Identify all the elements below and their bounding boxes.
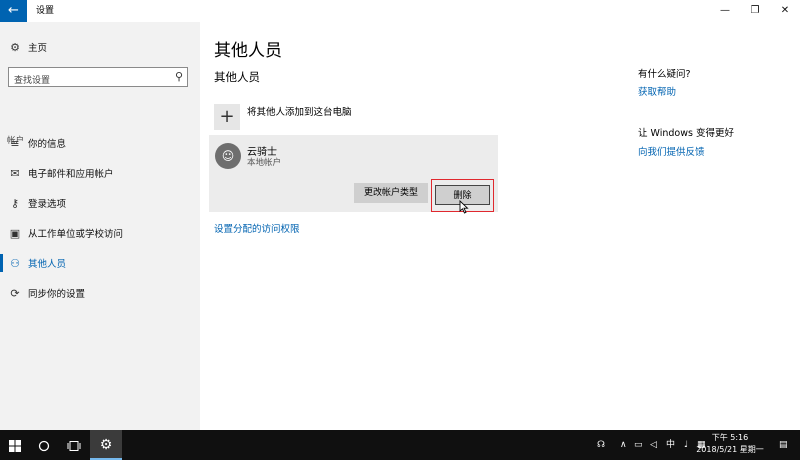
sidebar-item-label: 同步你的设置 [28,289,86,300]
people-tray-icon[interactable]: ☊ [597,430,605,460]
maximize-button[interactable]: ❐ [740,0,770,22]
taskbar-settings-app[interactable]: ⚙ [90,430,122,460]
get-help-link[interactable]: 获取帮助 [638,84,676,98]
sidebar-item-home[interactable]: ⚙ 主页 [0,34,200,60]
sidebar-item-label: 其他人员 [28,259,67,270]
assigned-access-link[interactable]: 设置分配的访问权限 [214,221,300,235]
feedback-link[interactable]: 向我们提供反馈 [638,144,705,158]
cortana-button[interactable] [30,430,58,460]
close-button[interactable]: ✕ [770,0,800,22]
clock[interactable]: 下午 5:16 2018/5/21 星期一 [695,432,765,456]
user-account-type: 本地帐户 [247,158,282,168]
title-bar: ← 设置 — ❐ ✕ [0,0,800,22]
key-icon: ⚷ [10,196,20,210]
sidebar-item-label: 主页 [28,43,48,54]
page-title: 其他人员 [214,41,282,61]
task-view-button[interactable] [60,430,88,460]
change-account-type-button[interactable]: 更改帐户类型 [354,183,428,203]
clock-date: 2018/5/21 星期一 [696,445,764,454]
network-icon[interactable]: ▭ [634,430,643,460]
gear-icon: ⚙ [10,40,20,54]
briefcase-icon: ▣ [9,226,21,240]
user-card-icon: ≡ [10,136,20,150]
sidebar-item-email-accounts[interactable]: ✉ 电子邮件和应用帐户 [0,160,200,186]
circle-icon [38,440,50,451]
plus-icon: + [219,106,235,127]
clock-time: 下午 5:16 [711,433,749,442]
back-arrow-icon: ← [8,3,19,18]
sidebar-item-sync-settings[interactable]: ⟳ 同步你的设置 [0,280,200,306]
mic-icon[interactable]: ♩ [684,430,688,460]
maximize-icon: ❐ [750,5,760,16]
improve-windows-heading: 让 Windows 变得更好 [638,128,734,139]
people-icon: ⚇ [10,256,20,270]
sidebar: ⚙ 主页 ⚲ 帐户 ≡ 你的信息 ✉ 电子邮件和应用帐户 ⚷ 登录选项 ▣ 从工… [0,22,200,430]
search-input[interactable] [9,72,164,90]
user-icon: ☺ [221,149,235,163]
search-box[interactable]: ⚲ [8,67,188,90]
minimize-icon: — [720,5,730,16]
window-title: 设置 [36,6,55,16]
volume-icon[interactable]: ◁ [650,430,657,460]
avatar: ☺ [215,143,241,169]
minimize-button[interactable]: — [710,0,740,22]
mail-icon: ✉ [10,166,20,180]
close-icon: ✕ [780,5,790,16]
sidebar-item-sign-in-options[interactable]: ⚷ 登录选项 [0,190,200,216]
back-button[interactable]: ← [0,0,27,22]
sidebar-item-label: 电子邮件和应用帐户 [28,169,114,180]
taskbar: ⚙ ☊ ∧ ▭ ◁ 中 ♩ ▦ 下午 5:16 2018/5/21 星期一 ▤ [0,430,800,460]
add-person-label[interactable]: 将其他人添加到这台电脑 [247,104,352,118]
add-person-button[interactable]: + [214,104,240,130]
sidebar-item-other-people[interactable]: ⚇ 其他人员 [0,250,200,276]
sidebar-item-label: 从工作单位或学校访问 [28,229,124,240]
section-title: 其他人员 [214,70,260,84]
sync-icon: ⟳ [10,286,20,300]
windows-logo-icon [9,439,21,452]
search-icon[interactable]: ⚲ [175,70,183,83]
sidebar-item-work-school[interactable]: ▣ 从工作单位或学校访问 [0,220,200,246]
mouse-cursor-icon [459,200,469,214]
sidebar-item-label: 你的信息 [28,139,67,150]
gear-icon: ⚙ [99,437,113,453]
user-card[interactable]: ☺ 云骑士 本地帐户 更改帐户类型 删除 [209,135,498,212]
chevron-up-icon[interactable]: ∧ [620,430,627,460]
sidebar-item-your-info[interactable]: ≡ 你的信息 [0,130,200,156]
start-button[interactable] [0,430,30,460]
task-view-icon [67,440,81,451]
questions-heading: 有什么疑问? [638,69,691,80]
ime-indicator[interactable]: 中 [666,430,675,460]
sidebar-item-label: 登录选项 [28,199,67,210]
notification-icon[interactable]: ▤ [779,430,788,460]
